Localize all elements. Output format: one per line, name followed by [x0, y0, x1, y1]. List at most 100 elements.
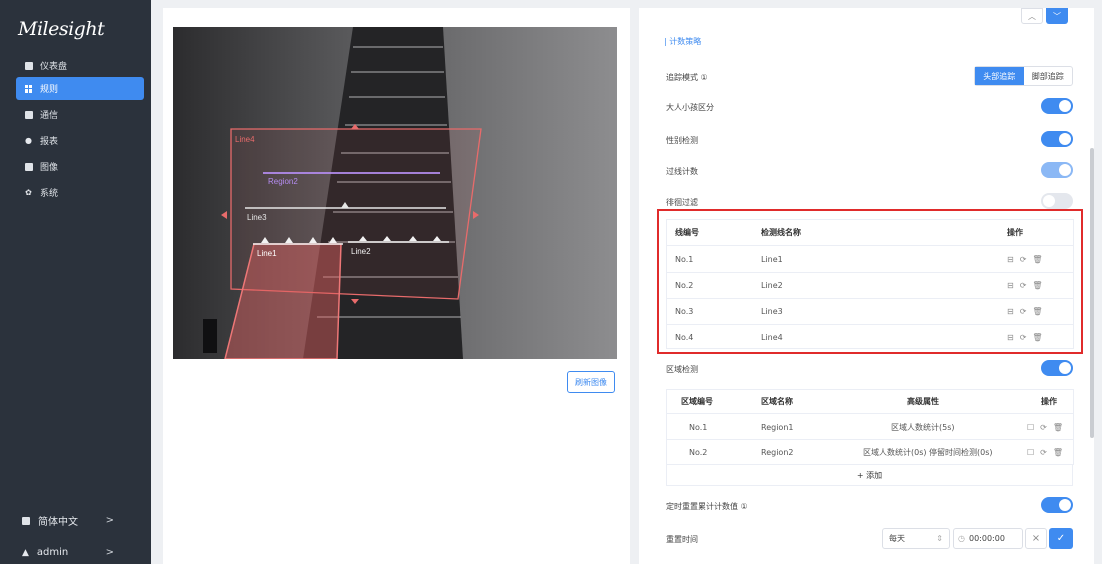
table-header: 区域编号 区域名称 高级属性 操作	[667, 390, 1073, 414]
delete-icon[interactable]: 🗑	[1032, 307, 1042, 316]
region-detect-toggle[interactable]	[1041, 360, 1073, 376]
clock-icon: ◷	[958, 534, 965, 543]
reset-time-value: 00:00:00	[968, 534, 1005, 543]
edit-icon[interactable]: ⊟	[1007, 333, 1014, 342]
line4-label: Line4	[235, 135, 255, 144]
col-actions: 操作	[1041, 397, 1057, 406]
reset-counter-label: 定时重置累计计数值 ①	[666, 502, 748, 511]
line-name: Line2	[761, 281, 783, 290]
dashboard-icon	[24, 61, 33, 70]
region-name: Region1	[761, 422, 794, 432]
sidebar-item-label: 规则	[40, 85, 59, 95]
line-name: Line4	[761, 332, 783, 342]
refresh-icon[interactable]: ⟳	[1040, 448, 1047, 457]
chevron-right-icon: >	[105, 515, 114, 526]
chevron-right-icon: >	[105, 547, 114, 558]
tracking-mode-segmented: 头部追踪 脚部追踪	[974, 66, 1073, 86]
linger-filter-label: 徘徊过滤	[666, 198, 698, 207]
refresh-icon[interactable]: ⟳	[1020, 255, 1027, 264]
table-row: No.4 Line4 ⊟ ⟳ 🗑	[667, 325, 1073, 349]
region-attr: 区域人数统计(5s)	[891, 422, 955, 432]
image-icon	[24, 162, 33, 171]
edit-icon[interactable]: ⊟	[1007, 281, 1014, 290]
reset-counter-toggle[interactable]	[1041, 497, 1073, 513]
edit-icon[interactable]: ☐	[1027, 448, 1034, 457]
table-row: No.3 Line3 ⊟ ⟳ 🗑	[667, 299, 1073, 325]
region-name: Region2	[761, 448, 794, 457]
delete-icon[interactable]: 🗑	[1032, 255, 1042, 264]
col-advanced: 高级属性	[907, 397, 939, 406]
sidebar-item-report[interactable]: ● 报表	[16, 129, 144, 152]
chevron-updown-icon: ⇕	[936, 534, 943, 543]
sidebar-item-communication[interactable]: 通信	[16, 103, 144, 126]
language-icon	[22, 516, 30, 525]
line-id: No.3	[675, 307, 694, 316]
adult-child-toggle[interactable]	[1041, 98, 1073, 114]
chevron-up-icon[interactable]: ︿	[1021, 8, 1043, 24]
edit-icon[interactable]: ⊟	[1007, 307, 1014, 316]
row-actions: ⊟ ⟳ 🗑	[1007, 307, 1043, 316]
table-row: No.2 Region2 区域人数统计(0s) 停留时间检测(0s) ☐ ⟳ 🗑	[667, 440, 1073, 465]
reset-frequency-select[interactable]: 每天 ⇕	[882, 528, 950, 549]
col-region-name: 区域名称	[761, 397, 793, 406]
sidebar-item-image[interactable]: 图像	[16, 155, 144, 178]
user-menu[interactable]: ▲ admin >	[22, 547, 132, 558]
edit-icon[interactable]: ☐	[1027, 423, 1034, 432]
sidebar: Milesight 仪表盘 规则 通信 ● 报表 图像 ✿ 系统 简体中文 > …	[0, 0, 151, 564]
row-actions: ⊟ ⟳ 🗑	[1007, 333, 1043, 342]
col-actions: 操作	[1007, 228, 1023, 237]
col-line-name: 检测线名称	[761, 228, 801, 237]
edit-icon[interactable]: ⊟	[1007, 255, 1014, 264]
line-count-toggle[interactable]	[1041, 162, 1073, 178]
video-panel: Line4 Region2 Line3 Line1 Line2 刷新图像	[163, 8, 630, 564]
delete-icon[interactable]: 🗑	[1053, 448, 1063, 457]
reset-frequency-value: 每天	[889, 534, 905, 543]
delete-icon[interactable]: 🗑	[1032, 333, 1042, 342]
user-icon: ▲	[22, 547, 29, 558]
row-actions: ☐ ⟳ 🗑	[1027, 423, 1063, 432]
communication-icon	[24, 110, 33, 119]
scrollbar[interactable]	[1090, 148, 1094, 438]
object-silhouette	[203, 319, 217, 353]
region-table: 区域编号 区域名称 高级属性 操作 No.1 Region1 区域人数统计(5s…	[666, 389, 1074, 465]
gender-toggle[interactable]	[1041, 131, 1073, 147]
gear-icon: ✿	[25, 188, 32, 197]
sidebar-item-label: 系统	[40, 189, 59, 199]
line2-label: Line2	[351, 247, 371, 256]
row-actions: ⊟ ⟳ 🗑	[1007, 281, 1043, 290]
col-region-id: 区域编号	[681, 397, 713, 406]
chevron-down-icon[interactable]: ﹀	[1046, 8, 1068, 24]
sidebar-item-system[interactable]: ✿ 系统	[16, 181, 144, 204]
delete-icon[interactable]: 🗑	[1053, 423, 1063, 432]
table-row: No.2 Line2 ⊟ ⟳ 🗑	[667, 273, 1073, 299]
camera-overlay: Line4 Region2 Line3 Line1 Line2	[173, 27, 617, 359]
app-logo: Milesight	[18, 18, 105, 40]
camera-view: Line4 Region2 Line3 Line1 Line2	[173, 27, 617, 359]
table-header: 线编号 检测线名称 操作	[667, 220, 1073, 246]
sidebar-item-rules[interactable]: 规则	[16, 77, 144, 100]
sidebar-item-label: 通信	[40, 111, 59, 121]
line-name: Line3	[761, 307, 783, 316]
line-table: 线编号 检测线名称 操作 No.1 Line1 ⊟ ⟳ 🗑 No.2 Line2 ⊟…	[666, 219, 1074, 349]
refresh-icon[interactable]: ⟳	[1020, 333, 1027, 342]
language-selector[interactable]: 简体中文 >	[22, 513, 132, 528]
head-tracking-option[interactable]: 头部追踪	[975, 67, 1024, 85]
rules-icon	[24, 84, 33, 93]
adult-child-label: 大人小孩区分	[666, 103, 714, 112]
sidebar-item-dashboard[interactable]: 仪表盘	[16, 54, 144, 77]
cancel-button[interactable]: ×	[1025, 528, 1047, 549]
line1-label: Line1	[257, 249, 277, 258]
delete-icon[interactable]: 🗑	[1032, 281, 1042, 290]
linger-filter-toggle[interactable]	[1041, 193, 1073, 209]
confirm-button[interactable]: ✓	[1049, 528, 1073, 549]
table-row: No.1 Region1 区域人数统计(5s) ☐ ⟳ 🗑	[667, 415, 1073, 440]
add-region-button[interactable]: + 添加	[666, 464, 1073, 486]
reset-time-input[interactable]: ◷ 00:00:00	[953, 528, 1023, 549]
refresh-icon[interactable]: ⟳	[1020, 281, 1027, 290]
refresh-icon[interactable]: ⟳	[1020, 307, 1027, 316]
row-actions: ☐ ⟳ 🗑	[1027, 448, 1063, 457]
region-attr: 区域人数统计(0s) 停留时间检测(0s)	[863, 448, 993, 457]
foot-tracking-option[interactable]: 脚部追踪	[1024, 67, 1073, 85]
refresh-icon[interactable]: ⟳	[1040, 423, 1047, 432]
refresh-image-button[interactable]: 刷新图像	[567, 371, 615, 393]
